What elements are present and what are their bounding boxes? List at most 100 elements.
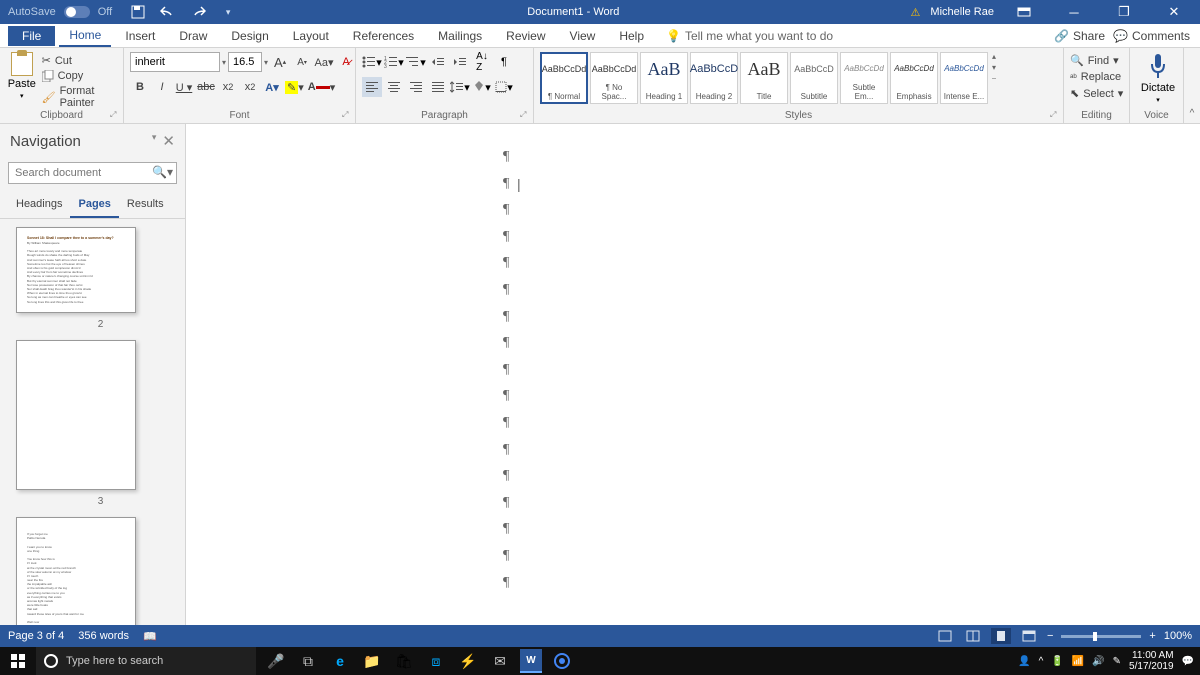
shading-button[interactable]: ▾ [472,77,492,97]
style-intense-e-[interactable]: AaBbCcDdIntense E... [940,52,988,104]
highlight-button[interactable]: ✎▾ [284,77,305,97]
nav-close-icon[interactable]: ✕ [162,132,175,150]
tab-home[interactable]: Home [59,25,111,47]
multilevel-button[interactable]: ▾ [406,52,426,72]
zoom-level[interactable]: 100% [1164,630,1192,642]
taskbar-search[interactable]: Type here to search [36,647,256,675]
nav-tab-headings[interactable]: Headings [8,192,70,218]
italic-button[interactable]: I [152,77,172,97]
styles-more-button[interactable]: ▴▾⎯ [992,52,1006,84]
paste-button[interactable]: Paste ▾ [6,52,38,109]
styles-launcher-icon[interactable]: ⤢ [1050,110,1060,120]
superscript-button[interactable]: x2 [240,77,260,97]
minimize-button[interactable]: ─ [1054,0,1094,24]
word-icon[interactable]: W [520,649,542,673]
app-icon[interactable]: ⚡ [456,649,480,673]
volume-icon[interactable]: 🔊 [1092,656,1104,667]
zoom-out-button[interactable]: − [1047,630,1053,642]
tell-me-search[interactable]: 💡 Tell me what you want to do [666,29,833,43]
clear-formatting-button[interactable]: A̷ [336,52,356,72]
select-button[interactable]: ⬉Select ▾ [1070,87,1123,100]
search-icon[interactable]: 🔍▾ [152,165,173,179]
grow-font-button[interactable]: A▴ [270,52,290,72]
copy-button[interactable]: Copy [42,70,117,82]
underline-button[interactable]: U ▾ [174,77,194,97]
font-size-input[interactable] [228,52,262,72]
edge-icon[interactable]: e [328,649,352,673]
borders-button[interactable]: ▾ [494,77,514,97]
undo-icon[interactable] [160,4,176,20]
show-marks-button[interactable]: ¶ [494,52,514,72]
task-view-icon[interactable]: ⧉ [296,649,320,673]
tab-file[interactable]: File [8,26,55,46]
notifications-icon[interactable]: 💬 [1182,656,1194,667]
maximize-button[interactable]: ❐ [1104,0,1144,24]
font-launcher-icon[interactable]: ⤢ [342,110,352,120]
text-effects-button[interactable]: A▾ [262,77,282,97]
bold-button[interactable]: B [130,77,150,97]
page-thumbnail[interactable] [16,340,136,490]
strikethrough-button[interactable]: abc [196,77,216,97]
tray-up-icon[interactable]: ^ [1039,656,1044,667]
bullets-button[interactable]: ▾ [362,52,382,72]
cut-button[interactable]: ✂Cut [42,54,117,67]
line-spacing-button[interactable]: ▾ [450,77,470,97]
mic-icon[interactable]: 🎤 [264,649,288,673]
justify-button[interactable] [428,77,448,97]
page-thumbnail[interactable]: Sonnet 18: Shall I compare thee to a sum… [16,227,136,313]
pen-icon[interactable]: ✎ [1113,656,1121,667]
clock[interactable]: 11:00 AM 5/17/2019 [1129,650,1174,673]
collapse-ribbon-icon[interactable]: ^ [1184,48,1200,123]
qat-customize-icon[interactable]: ▾ [220,4,236,20]
align-center-button[interactable] [384,77,404,97]
spellcheck-icon[interactable]: 📖 [143,630,157,643]
tab-review[interactable]: Review [496,26,555,46]
tab-design[interactable]: Design [221,26,278,46]
style-subtitle[interactable]: AaBbCcDSubtitle [790,52,838,104]
nav-tab-pages[interactable]: Pages [70,192,118,218]
font-color-button[interactable]: A▾ [307,77,336,97]
format-painter-button[interactable]: 🖌Format Painter [42,85,117,109]
tab-layout[interactable]: Layout [283,26,339,46]
style--no-spac-[interactable]: AaBbCcDd¶ No Spac... [590,52,638,104]
ribbon-display-icon[interactable] [1004,0,1044,24]
decrease-indent-button[interactable] [428,52,448,72]
paragraph-launcher-icon[interactable]: ⤢ [520,110,530,120]
sort-button[interactable]: A↓Z [472,52,492,72]
change-case-button[interactable]: Aa▾ [314,52,334,72]
style-subtle-em-[interactable]: AaBbCcDdSubtle Em... [840,52,888,104]
find-button[interactable]: 🔍Find ▾ [1070,54,1123,67]
read-mode-icon[interactable] [963,628,983,644]
style-heading-1[interactable]: AaBHeading 1 [640,52,688,104]
zoom-slider[interactable] [1061,635,1141,638]
tab-draw[interactable]: Draw [169,26,217,46]
chrome-icon[interactable] [550,649,574,673]
user-name[interactable]: Michelle Rae [930,6,994,18]
share-button[interactable]: 🔗Share [1054,29,1105,43]
align-left-button[interactable] [362,77,382,97]
store-icon[interactable]: 🛍 [392,649,416,673]
style--normal[interactable]: AaBbCcDd¶ Normal [540,52,588,104]
tab-references[interactable]: References [343,26,424,46]
style-heading-2[interactable]: AaBbCcDHeading 2 [690,52,738,104]
replace-button[interactable]: ᵃᵇReplace [1070,71,1123,83]
tab-mailings[interactable]: Mailings [428,26,492,46]
style-title[interactable]: AaBTitle [740,52,788,104]
mail-icon[interactable]: ✉ [488,649,512,673]
shrink-font-button[interactable]: A▾ [292,52,312,72]
people-icon[interactable]: 👤 [1018,656,1030,667]
zoom-in-button[interactable]: + [1149,630,1155,642]
comments-button[interactable]: 💬Comments [1113,29,1190,43]
tab-help[interactable]: Help [609,26,654,46]
document-area[interactable]: ¶ ¶| ¶ ¶ ¶ ¶ ¶ ¶ ¶ ¶ ¶ ¶ ¶ ¶ ¶ ¶ ¶ [186,124,1200,647]
align-right-button[interactable] [406,77,426,97]
save-icon[interactable] [130,4,146,20]
font-name-input[interactable] [130,52,220,72]
subscript-button[interactable]: x2 [218,77,238,97]
print-layout-icon[interactable] [991,628,1011,644]
wifi-icon[interactable]: 📶 [1072,656,1084,667]
nav-tab-results[interactable]: Results [119,192,172,218]
focus-mode-icon[interactable] [935,628,955,644]
page-status[interactable]: Page 3 of 4 [8,630,64,643]
web-layout-icon[interactable] [1019,628,1039,644]
